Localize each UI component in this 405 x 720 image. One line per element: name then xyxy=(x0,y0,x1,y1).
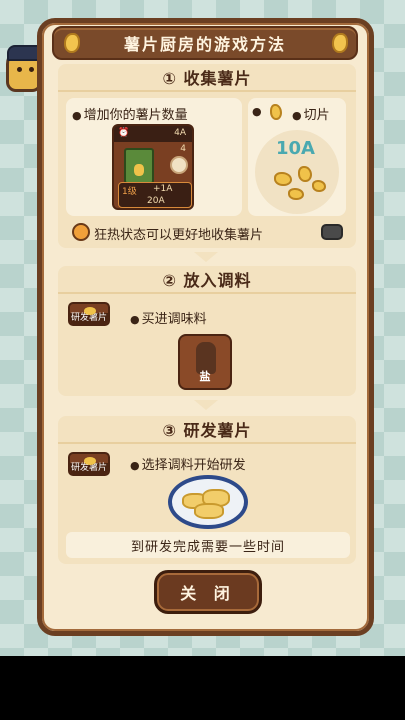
title-bar: 薯片厨房的游戏方法 xyxy=(52,26,358,60)
research-chips-button-icon: 研发薯片 xyxy=(68,302,110,326)
chip-pack-image xyxy=(124,148,154,184)
section-header: ① 收集薯片 xyxy=(58,64,356,92)
chip-icon-left xyxy=(64,33,80,53)
buy-seasoning-text: 买进调味料 xyxy=(130,308,207,327)
step-arrow-1 xyxy=(194,252,218,262)
section-header: ② 放入调料 xyxy=(58,266,356,294)
card-top-value: 4A xyxy=(174,128,186,138)
salt-label: 盐 xyxy=(199,370,211,383)
research-chips-button-icon: 研发薯片 xyxy=(68,452,110,476)
chip-slice-4 xyxy=(312,180,326,192)
section-title: ① 收集薯片 xyxy=(162,69,252,88)
alarm-icon: ⏰ xyxy=(118,128,130,138)
step-arrow-2 xyxy=(194,400,218,410)
section-title: ③ 研发薯片 xyxy=(162,421,252,440)
card-mid-value: 4 xyxy=(180,144,186,154)
chip-icon xyxy=(270,104,282,120)
chip-upgrade-card: ⏰ 4A 4 1级 +1A 20A xyxy=(112,124,194,210)
fever-text: 狂热状态可以更好地收集薯片 xyxy=(94,228,264,243)
chip-slice-3 xyxy=(288,188,304,200)
card-upgrade-bar: 1级 +1A 20A xyxy=(118,182,192,208)
slice-text: 切片 xyxy=(292,104,330,123)
section-header: ③ 研发薯片 xyxy=(58,416,356,444)
chips-bowl xyxy=(168,475,248,529)
salt-item: 盐 xyxy=(178,334,232,390)
increase-chips-text: 增加你的薯片数量 xyxy=(72,104,188,123)
close-button[interactable]: 关 闭 xyxy=(154,570,262,614)
fever-icon xyxy=(72,223,90,241)
chip-slice-1 xyxy=(274,172,292,186)
slice-bullet xyxy=(252,104,264,119)
chip-slice-2 xyxy=(298,166,312,182)
select-seasoning-text: 选择调料开始研发 xyxy=(130,454,246,473)
camera-icon xyxy=(321,224,343,240)
close-button-label: 关 闭 xyxy=(180,584,236,603)
menu-icon xyxy=(170,156,188,174)
page-title: 薯片厨房的游戏方法 xyxy=(123,35,286,54)
section-title: ② 放入调料 xyxy=(162,271,252,290)
bottom-black-bar xyxy=(0,656,405,720)
card-level: 1级 xyxy=(122,187,137,197)
chip-icon-right xyxy=(332,33,348,53)
research-time-note: 到研发完成需要一些时间 xyxy=(66,532,350,558)
chip-amount: 10A xyxy=(276,138,315,159)
card-gain: +1A xyxy=(153,184,173,194)
card-cost: 20A xyxy=(147,196,165,206)
